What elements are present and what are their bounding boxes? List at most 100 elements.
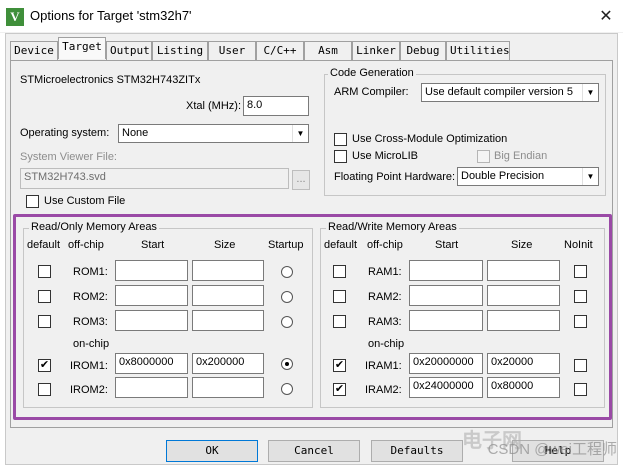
tab-asm[interactable]: Asm bbox=[304, 41, 352, 60]
rw-noinit-checkbox[interactable] bbox=[574, 383, 587, 396]
tab-linker[interactable]: Linker bbox=[352, 41, 400, 60]
ro-header-start: Start bbox=[141, 239, 165, 251]
microlib-label: Use MicroLIB bbox=[352, 150, 419, 162]
tab-utilities[interactable]: Utilities bbox=[446, 41, 510, 60]
rw-noinit-checkbox[interactable] bbox=[574, 359, 587, 372]
ro-name: ROM1: bbox=[73, 266, 108, 278]
rw-start-input[interactable]: 0x20000000 bbox=[409, 353, 483, 374]
svf-input[interactable]: STM32H743.svd bbox=[20, 168, 289, 189]
ro-header-default: default bbox=[27, 239, 61, 251]
microlib-checkbox[interactable] bbox=[334, 150, 347, 163]
rw-noinit-checkbox[interactable] bbox=[574, 315, 587, 328]
rw-start-input[interactable]: 0x24000000 bbox=[409, 377, 483, 398]
ro-default-checkbox[interactable]: ✔ bbox=[38, 359, 51, 372]
ro-size-input[interactable] bbox=[192, 377, 264, 398]
rw-name: IRAM1: bbox=[365, 360, 402, 372]
big-endian-label: Big Endian bbox=[494, 150, 548, 162]
ro-start-input[interactable] bbox=[115, 377, 188, 398]
ro-default-checkbox[interactable] bbox=[38, 383, 51, 396]
ro-header-size: Size bbox=[214, 239, 236, 251]
rw-default-checkbox[interactable] bbox=[333, 265, 346, 278]
rw-header-default: default bbox=[324, 239, 358, 251]
chevron-down-icon: ▼ bbox=[292, 125, 308, 142]
rw-name: RAM3: bbox=[368, 316, 402, 328]
rw-size-input[interactable] bbox=[487, 285, 560, 306]
ro-startup-radio[interactable] bbox=[281, 266, 293, 278]
ro-default-checkbox[interactable] bbox=[38, 265, 51, 278]
rw-size-input[interactable] bbox=[487, 310, 560, 331]
os-select[interactable]: None ▼ bbox=[118, 124, 309, 143]
rw-size-input[interactable]: 0x20000 bbox=[487, 353, 560, 374]
rw-start-input[interactable] bbox=[409, 260, 483, 281]
rw-memory-title: Read/Write Memory Areas bbox=[326, 221, 459, 233]
tab-listing[interactable]: Listing bbox=[152, 41, 208, 60]
tab-user[interactable]: User bbox=[208, 41, 256, 60]
window-title: Options for Target 'stm32h7' bbox=[30, 8, 192, 23]
ro-startup-radio[interactable] bbox=[281, 291, 293, 303]
cross-module-label: Use Cross-Module Optimization bbox=[352, 133, 508, 145]
rw-name: RAM1: bbox=[368, 266, 402, 278]
cross-module-checkbox[interactable] bbox=[334, 133, 347, 146]
defaults-button[interactable]: Defaults bbox=[371, 440, 463, 462]
rw-noinit-checkbox[interactable] bbox=[574, 265, 587, 278]
rw-size-input[interactable]: 0x80000 bbox=[487, 377, 560, 398]
ro-default-checkbox[interactable] bbox=[38, 315, 51, 328]
chevron-down-icon: ▼ bbox=[582, 84, 598, 101]
ro-header-offchip: off-chip bbox=[68, 239, 104, 251]
ro-name: ROM2: bbox=[73, 291, 108, 303]
rw-default-checkbox[interactable]: ✔ bbox=[333, 359, 346, 372]
ro-startup-radio[interactable] bbox=[281, 383, 293, 395]
tab-output[interactable]: Output bbox=[106, 41, 152, 60]
ok-button[interactable]: OK bbox=[166, 440, 258, 462]
chevron-down-icon: ▼ bbox=[582, 168, 598, 185]
rw-default-checkbox[interactable] bbox=[333, 290, 346, 303]
ro-size-input[interactable] bbox=[192, 310, 264, 331]
svf-browse-button[interactable]: ... bbox=[292, 170, 310, 190]
ro-start-input[interactable]: 0x8000000 bbox=[115, 353, 188, 374]
fph-value: Double Precision bbox=[461, 170, 545, 182]
ro-name: IROM2: bbox=[70, 384, 108, 396]
rw-start-input[interactable] bbox=[409, 285, 483, 306]
watermark-text: CSDN @wei工程师 bbox=[487, 441, 617, 458]
tab-device[interactable]: Device bbox=[10, 41, 58, 60]
os-select-value: None bbox=[122, 127, 149, 139]
rw-name: RAM2: bbox=[368, 291, 402, 303]
ro-header-startup: Startup bbox=[268, 239, 304, 251]
rw-header-noinit: NoInit bbox=[564, 239, 593, 251]
rw-size-input[interactable] bbox=[487, 260, 560, 281]
tab-target[interactable]: Target bbox=[58, 37, 106, 59]
rw-default-checkbox[interactable] bbox=[333, 315, 346, 328]
ro-startup-radio[interactable] bbox=[281, 316, 293, 328]
rw-header-start: Start bbox=[435, 239, 459, 251]
ro-startup-radio[interactable] bbox=[281, 358, 293, 370]
ro-start-input[interactable] bbox=[115, 285, 188, 306]
keil-app-icon: V bbox=[6, 8, 24, 26]
xtal-input[interactable]: 8.0 bbox=[243, 96, 309, 116]
rw-start-input[interactable] bbox=[409, 310, 483, 331]
rw-noinit-checkbox[interactable] bbox=[574, 290, 587, 303]
ro-memory-title: Read/Only Memory Areas bbox=[29, 221, 159, 233]
fph-select[interactable]: Double Precision ▼ bbox=[457, 167, 599, 186]
title-bar: V Options for Target 'stm32h7' ✕ bbox=[0, 0, 623, 33]
ro-start-input[interactable] bbox=[115, 260, 188, 281]
arm-compiler-select[interactable]: Use default compiler version 5 ▼ bbox=[421, 83, 599, 102]
ro-size-input[interactable]: 0x200000 bbox=[192, 353, 264, 374]
tab-debug[interactable]: Debug bbox=[400, 41, 446, 60]
fph-label: Floating Point Hardware: bbox=[334, 171, 456, 183]
close-icon[interactable]: ✕ bbox=[589, 0, 623, 33]
arm-compiler-label: ARM Compiler: bbox=[334, 86, 409, 98]
ro-name: IROM1: bbox=[70, 360, 108, 372]
ro-size-input[interactable] bbox=[192, 285, 264, 306]
ro-start-input[interactable] bbox=[115, 310, 188, 331]
ro-name: ROM3: bbox=[73, 316, 108, 328]
use-custom-file-label: Use Custom File bbox=[44, 195, 126, 207]
rw-onchip-label: on-chip bbox=[368, 338, 405, 350]
use-custom-file-checkbox[interactable] bbox=[26, 195, 39, 208]
tab-cc[interactable]: C/C++ bbox=[256, 41, 304, 60]
cancel-button[interactable]: Cancel bbox=[268, 440, 360, 462]
ro-size-input[interactable] bbox=[192, 260, 264, 281]
rw-default-checkbox[interactable]: ✔ bbox=[333, 383, 346, 396]
code-generation-title: Code Generation bbox=[328, 67, 416, 79]
ro-default-checkbox[interactable] bbox=[38, 290, 51, 303]
big-endian-checkbox[interactable] bbox=[477, 150, 490, 163]
